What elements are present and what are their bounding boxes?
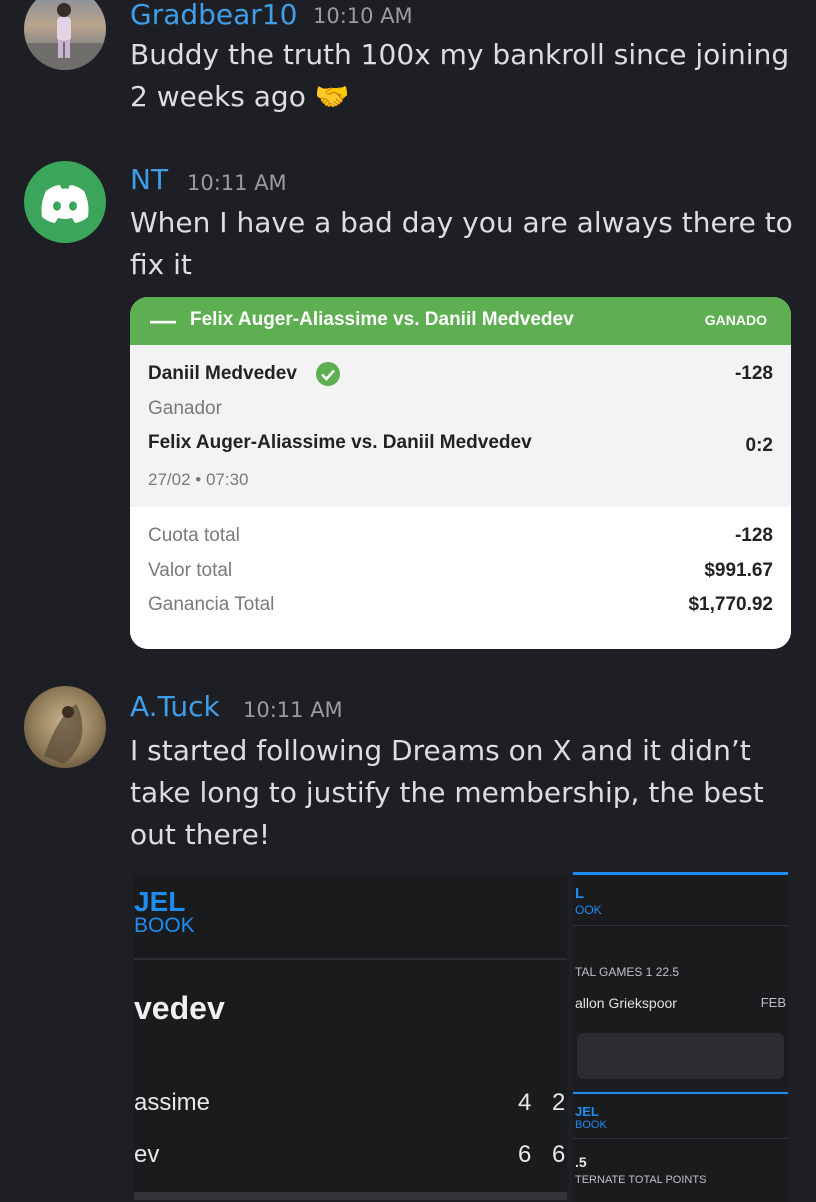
player-name: vedev	[134, 990, 225, 1026]
person-photo-icon	[24, 3, 106, 70]
bottom-bar	[134, 1192, 567, 1200]
summary-label: Ganancia Total	[148, 594, 275, 615]
bet-selection: Daniil Medvedev -128 Ganador Felix Auger…	[130, 345, 791, 507]
bet-match-title: Felix Auger-Aliassime vs. Daniil Medvede…	[190, 309, 574, 330]
bet-event: allon Griekspoor	[575, 995, 677, 1011]
card-panel	[577, 1033, 784, 1079]
bet-datetime: 27/02 • 07:30	[148, 470, 249, 489]
divider	[573, 1138, 788, 1139]
avatar[interactable]	[24, 161, 106, 243]
message-text: Buddy the truth 100x my bankroll since j…	[130, 38, 790, 113]
author-name[interactable]: Gradbear10	[130, 0, 297, 31]
score-set: 6	[518, 1141, 532, 1168]
bet-market: TERNATE TOTAL POINTS	[575, 1174, 707, 1186]
bet-selection-name: Daniil Medvedev	[148, 363, 297, 384]
avatar[interactable]	[24, 0, 106, 70]
author-name[interactable]: NT	[130, 163, 168, 196]
bet-date: FEB	[760, 995, 786, 1010]
message-timestamp: 10:10 AM	[313, 4, 413, 28]
bet-event: Felix Auger-Aliassime vs. Daniil Medvede…	[148, 432, 532, 453]
score-row-name: ev	[134, 1141, 160, 1168]
author-name[interactable]: A.Tuck	[130, 690, 220, 723]
message-text: When I have a bad day you are always the…	[130, 206, 793, 281]
bet-status-badge: GANADO	[704, 312, 767, 328]
bet-summary: Cuota total -128 Valor total $991.67 Gan…	[130, 507, 791, 649]
fanduel-logo-top: L	[575, 885, 585, 902]
bet-slip-card[interactable]: — Felix Auger-Aliassime vs. Daniil Medve…	[130, 297, 791, 649]
fanduel-logo-bottom: OOK	[575, 903, 602, 917]
score-set: 6	[552, 1141, 566, 1168]
bet-market: Ganador	[148, 398, 222, 419]
summary-value: $1,770.92	[688, 594, 773, 615]
summary-value: -128	[734, 525, 773, 546]
summary-label: Cuota total	[148, 525, 240, 546]
message-timestamp: 10:11 AM	[187, 171, 287, 195]
checkmark-icon	[316, 362, 340, 386]
avatar[interactable]	[24, 686, 106, 768]
fanduel-logo-bottom: BOOK	[134, 914, 195, 937]
score-row-name: assime	[134, 1089, 211, 1116]
image-attachment[interactable]: JEL BOOK .5 TERNATE TOTAL POINTS	[573, 1092, 788, 1202]
bet-odds: -128	[734, 363, 773, 384]
bet-slip-header[interactable]: — Felix Auger-Aliassime vs. Daniil Medve…	[130, 297, 791, 345]
bet-line: .5	[575, 1154, 587, 1170]
divider	[573, 925, 788, 926]
fanduel-logo-top: JEL	[575, 1104, 599, 1119]
collapse-icon[interactable]: —	[150, 305, 176, 336]
fanduel-logo-bottom: BOOK	[575, 1119, 607, 1131]
image-attachment[interactable]: L OOK TAL GAMES 1 22.5 allon Griekspoor …	[573, 872, 788, 1087]
message-timestamp: 10:11 AM	[243, 698, 343, 722]
summary-label: Valor total	[148, 560, 233, 581]
score-set: 4	[518, 1089, 532, 1116]
summary-value: $991.67	[704, 560, 773, 581]
bet-market: TAL GAMES 1 22.5	[575, 965, 680, 979]
divider	[134, 958, 567, 960]
score-set: 2	[552, 1089, 566, 1116]
message-text: I started following Dreams on X and it d…	[130, 734, 764, 851]
bet-score: 0:2	[745, 435, 773, 456]
discord-logo-icon	[41, 185, 89, 223]
person-photo-icon	[44, 704, 83, 764]
image-attachment[interactable]: JEL BOOK vedev assime 4 2 ev 6 6	[134, 874, 567, 1200]
